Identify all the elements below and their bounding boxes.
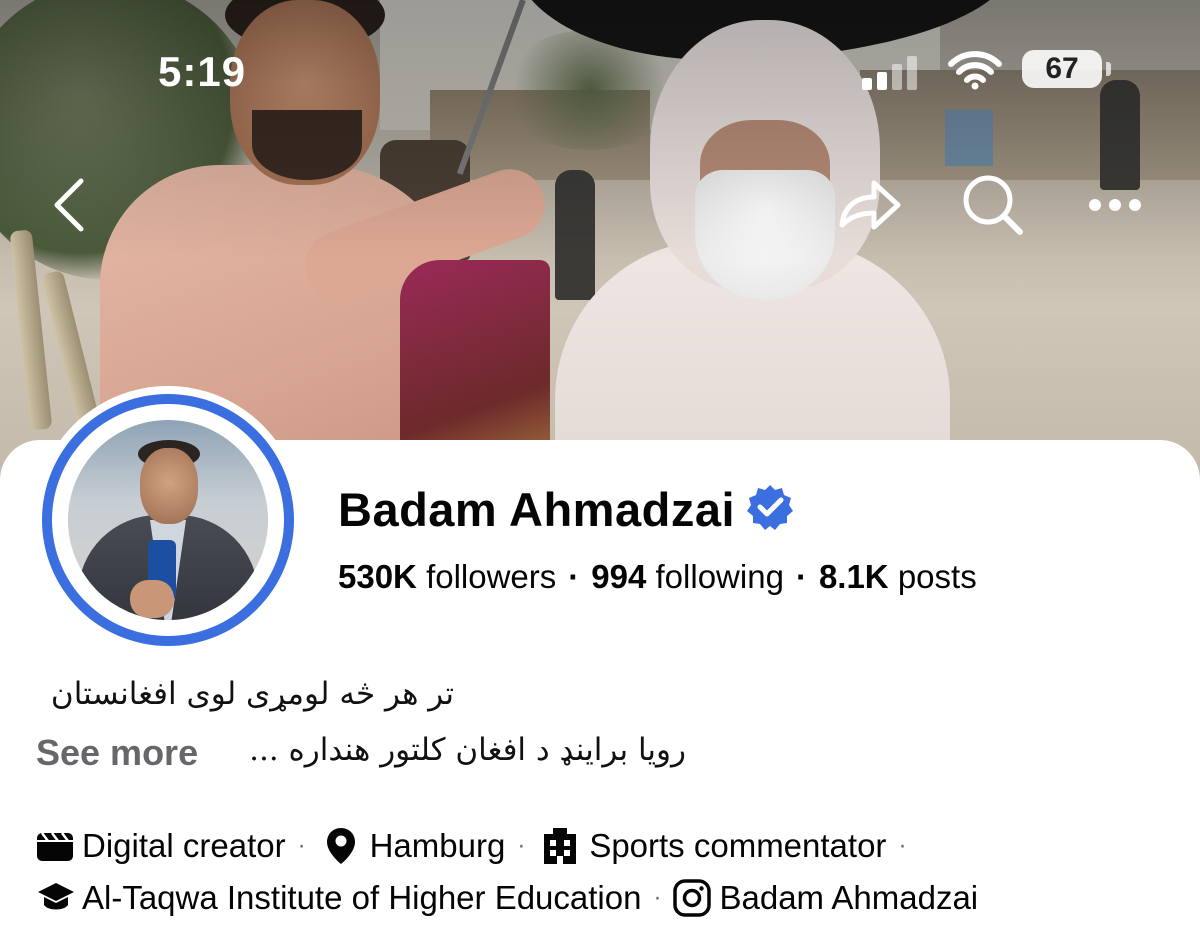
cellular-signal-icon: [862, 50, 922, 90]
share-arrow-icon: [839, 180, 901, 230]
search-icon: [963, 175, 1023, 235]
bio-line: تر هر څه لومړی لوی افغانستان: [50, 676, 454, 712]
detail-instagram[interactable]: Badam Ahmadzai: [673, 875, 978, 921]
avatar-photo: [68, 420, 268, 620]
battery-icon: 67: [1022, 50, 1111, 88]
profile-name-row: Badam Ahmadzai: [338, 482, 795, 537]
bio-line: رویا براینډ د افغان کلتور هنداره ...: [249, 732, 686, 768]
detail-digital-creator: Digital creator: [36, 823, 286, 869]
detail-text: Sports commentator: [589, 827, 887, 864]
detail-occupation: Sports commentator: [537, 823, 886, 869]
detail-education[interactable]: Al-Taqwa Institute of Higher Education: [36, 875, 641, 921]
detail-text: Hamburg: [369, 827, 506, 864]
detail-text: Al-Taqwa Institute of Higher Education: [82, 879, 642, 916]
graduation-cap-icon: [36, 875, 82, 921]
story-ring: [42, 394, 294, 646]
search-button[interactable]: [955, 170, 1031, 240]
posts-count: 8.1K posts: [818, 558, 977, 595]
clapperboard-icon: [36, 823, 82, 869]
location-pin-icon: [318, 823, 364, 869]
share-button[interactable]: [830, 170, 908, 240]
building-icon: [537, 823, 583, 869]
following-link[interactable]: 994 following: [591, 558, 784, 595]
profile-name: Badam Ahmadzai: [338, 483, 736, 536]
verified-badge-icon: [745, 482, 795, 537]
status-time: 5:19: [158, 48, 247, 95]
battery-level: 67: [1045, 52, 1079, 85]
more-options-button[interactable]: [1084, 185, 1146, 225]
profile-bio: تر هر څه لومړی لوی افغانستان See more رو…: [36, 676, 686, 776]
profile-stats: 530K followers · 994 following · 8.1K posts: [338, 558, 977, 595]
detail-location[interactable]: Hamburg: [318, 823, 506, 869]
instagram-icon: [673, 875, 719, 921]
see-more-link[interactable]: See more: [36, 732, 198, 774]
followers-link[interactable]: 530K followers: [338, 558, 556, 595]
more-horizontal-icon: [1089, 199, 1141, 211]
chevron-left-icon: [54, 178, 84, 232]
wifi-icon: [948, 50, 1002, 95]
detail-text: Badam Ahmadzai: [719, 879, 979, 916]
detail-text: Digital creator: [82, 827, 286, 864]
profile-avatar[interactable]: [34, 386, 302, 654]
profile-details: Digital creator · Hamburg · Sports comme…: [36, 820, 978, 924]
back-button[interactable]: [44, 170, 94, 240]
